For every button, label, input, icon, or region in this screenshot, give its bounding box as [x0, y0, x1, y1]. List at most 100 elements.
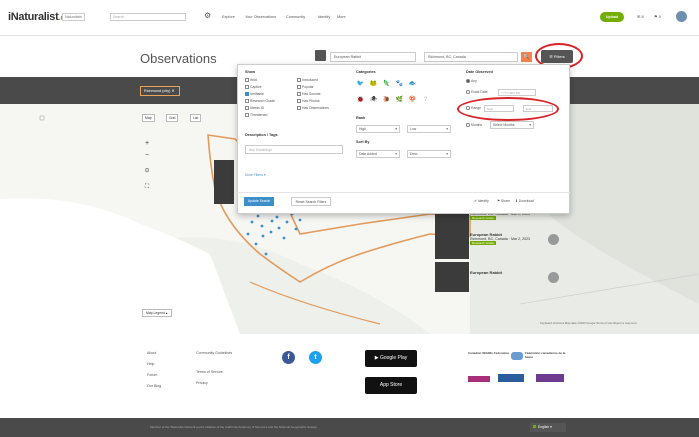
category-mollusks-icon[interactable]: 🐌: [382, 96, 391, 105]
download-link[interactable]: ⬇ Download: [515, 199, 534, 203]
footer-link-about[interactable]: About: [147, 351, 156, 355]
locate-icon[interactable]: ⊙: [143, 167, 151, 175]
partner-logo-2[interactable]: [498, 374, 524, 382]
sort-by-select[interactable]: Date Added: [356, 150, 400, 158]
site-search-input[interactable]: Search: [110, 13, 186, 21]
upload-button[interactable]: Upload: [600, 12, 624, 22]
twitter-icon[interactable]: t: [309, 351, 322, 364]
show-threatened-checkbox[interactable]: Threatened: [245, 113, 267, 117]
tab-list[interactable]: List: [190, 114, 202, 122]
category-mammals-icon[interactable]: 🐾: [395, 80, 404, 89]
show-research-grade-checkbox[interactable]: Research Grade: [245, 99, 275, 103]
show-verifiable-checkbox[interactable]: Verifiable: [245, 92, 264, 96]
partner-logo-3[interactable]: [536, 374, 564, 382]
zoom-in-button[interactable]: +: [143, 140, 151, 148]
category-arachnids-icon[interactable]: 🕷: [369, 96, 378, 105]
identify-link[interactable]: ✔ Identify: [474, 199, 489, 203]
google-play-button[interactable]: ▶ Google Play: [365, 350, 417, 367]
category-plants-icon[interactable]: 🌿: [395, 96, 404, 105]
nav-link-community[interactable]: Community: [286, 15, 305, 19]
partner-logo-1[interactable]: [468, 376, 490, 382]
description-input[interactable]: Any Substrings: [245, 145, 343, 154]
show-research-grade-label: Research Grade: [250, 99, 275, 103]
gear-icon[interactable]: ⚙: [204, 11, 213, 20]
nav-link-more[interactable]: More: [337, 15, 346, 19]
date-months-radio[interactable]: Months: [466, 123, 482, 127]
update-search-button[interactable]: Update Search: [244, 197, 274, 206]
show-captive-checkbox[interactable]: Captive: [245, 85, 262, 89]
observer-avatar[interactable]: [548, 234, 559, 245]
footer-link-terms[interactable]: Terms of Service: [196, 370, 223, 374]
partner-cwf-fr[interactable]: Fédération canadienne de la faune: [525, 351, 567, 359]
footer-link-guidelines[interactable]: Community Guidelines: [196, 351, 234, 355]
notifications-count[interactable]: ⚑ 0: [654, 14, 661, 19]
share-link[interactable]: ⚑ Share: [497, 199, 510, 203]
language-select[interactable]: English ▾: [530, 423, 566, 432]
date-months-label: Months: [471, 123, 483, 127]
card-date: Mar 2, 2023: [510, 237, 531, 241]
observation-photo-thumbnail[interactable]: [214, 160, 234, 204]
show-threatened-label: Threatened: [250, 113, 268, 117]
nav-link-identify[interactable]: Identify: [318, 15, 330, 19]
footer-link-blog[interactable]: Our Blog: [147, 384, 161, 388]
map-legend-label: Map Legend: [146, 311, 165, 315]
show-wild-checkbox[interactable]: Wild: [245, 78, 257, 82]
footer-link-privacy[interactable]: Privacy: [196, 381, 208, 385]
show-needs-id-checkbox[interactable]: Needs ID: [245, 106, 264, 110]
category-unknown-icon[interactable]: ?: [421, 96, 430, 105]
nav-link-explore[interactable]: Explore: [222, 15, 235, 19]
download-label: Download: [518, 199, 534, 203]
taxon-icon: [315, 50, 326, 61]
observation-photo[interactable]: [435, 262, 469, 292]
more-filters-label: More Filters: [245, 173, 263, 177]
user-avatar[interactable]: [676, 11, 687, 22]
date-exact-radio[interactable]: Exact Date: [466, 90, 488, 94]
tab-map[interactable]: Map: [142, 114, 155, 122]
sort-order-select[interactable]: Desc: [407, 150, 451, 158]
observer-avatar[interactable]: [548, 272, 559, 283]
footer-link-forum[interactable]: Forum: [147, 373, 157, 377]
tab-grid[interactable]: Grid: [166, 114, 179, 122]
card-taxon-name[interactable]: European Rabbit: [470, 270, 502, 275]
category-insects-icon[interactable]: 🐞: [356, 96, 365, 105]
show-popular-checkbox[interactable]: Popular: [297, 85, 314, 89]
partner-cwf-en[interactable]: Canadian Wildlife Federation: [468, 351, 510, 355]
observation-photo[interactable]: [435, 212, 469, 259]
messages-count[interactable]: ✉ 8: [637, 14, 644, 19]
show-has-photos-checkbox[interactable]: Has Photos: [297, 99, 320, 103]
partner-logo-icon: [511, 352, 523, 360]
taxon-search-input[interactable]: European Rabbit: [330, 52, 416, 62]
more-filters-link[interactable]: More Filters ▾: [245, 173, 266, 177]
category-reptiles-icon[interactable]: 🦎: [382, 80, 391, 89]
category-amphibians-icon[interactable]: 🐸: [369, 80, 378, 89]
nav-link-your-observations[interactable]: Your Observations: [245, 15, 276, 19]
search-scope-select[interactable]: Naturalists: [62, 13, 85, 21]
months-select[interactable]: Select Months: [490, 121, 534, 129]
zoom-out-button[interactable]: −: [143, 152, 151, 160]
map-legend-button[interactable]: Map Legend ▴: [142, 309, 172, 317]
facebook-icon[interactable]: f: [282, 351, 295, 364]
search-go-button[interactable]: 🔍: [521, 52, 532, 62]
reset-filters-button[interactable]: Reset Search Filters: [291, 197, 331, 206]
exact-date-input[interactable]: YYYY-MM-DD: [498, 89, 536, 96]
panel-divider: [237, 192, 570, 193]
place-search-input[interactable]: Richmond, BC, Canada: [424, 52, 518, 62]
notifications-count-value: 0: [658, 14, 661, 19]
fullscreen-icon[interactable]: ⛶: [143, 183, 151, 191]
rank-low-select[interactable]: Low: [407, 125, 451, 133]
site-logo[interactable]: iNaturalist.ca: [8, 11, 69, 23]
map-attribution: Keyboard shortcuts Map data ©2023 Google…: [540, 321, 637, 325]
category-birds-icon[interactable]: 🐦: [356, 80, 365, 89]
rank-high-select[interactable]: High: [356, 125, 400, 133]
category-fungi-icon[interactable]: 🍄: [408, 96, 417, 105]
app-store-button[interactable]: App Store: [365, 377, 417, 394]
show-introduced-label: Introduced: [302, 78, 319, 82]
place-chip[interactable]: Richmond (city) ✕: [140, 86, 180, 96]
show-introduced-checkbox[interactable]: Introduced: [297, 78, 318, 82]
date-any-radio[interactable]: Any: [466, 79, 477, 83]
show-has-observations-checkbox[interactable]: Has Observations: [297, 106, 329, 110]
category-fish-icon[interactable]: 🐟: [408, 80, 417, 89]
footer-link-help[interactable]: Help: [147, 362, 154, 366]
show-has-sounds-checkbox[interactable]: Has Sounds: [297, 92, 320, 96]
show-has-observations-label: Has Observations: [302, 106, 329, 110]
